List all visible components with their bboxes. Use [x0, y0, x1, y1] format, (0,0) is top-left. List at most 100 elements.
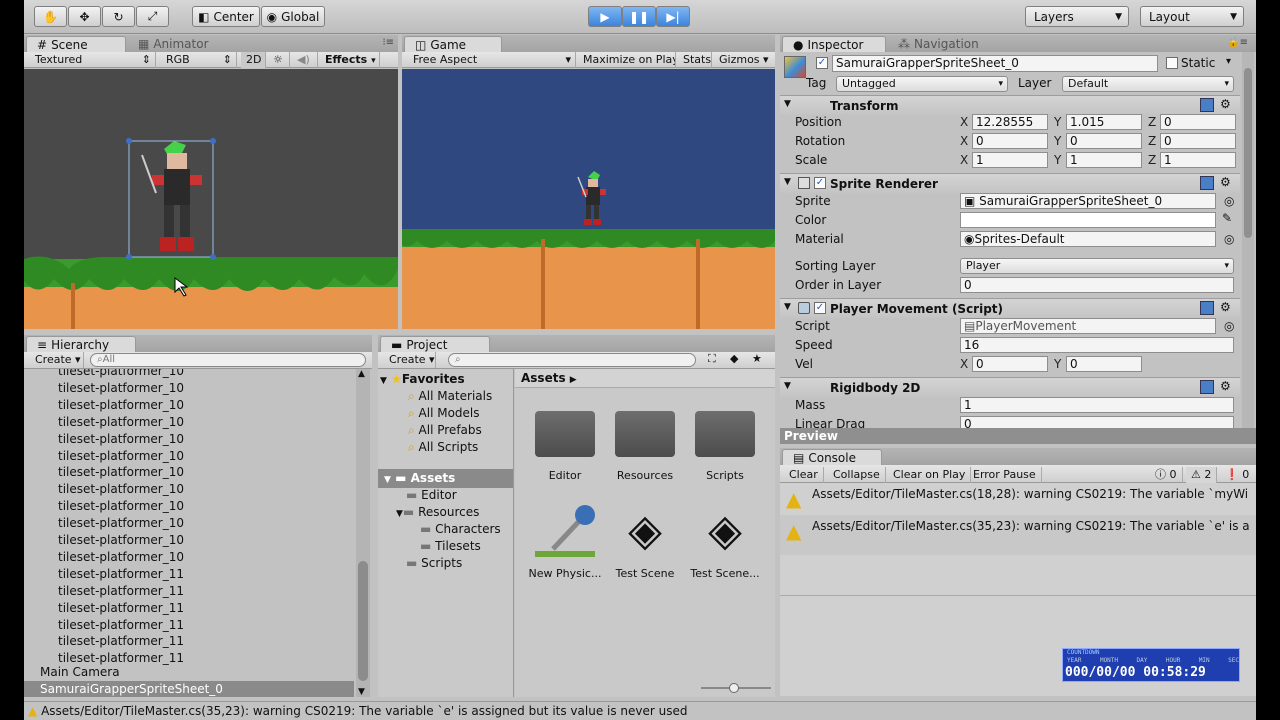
object-picker-icon[interactable]: ◎ — [1224, 232, 1234, 246]
lighting-toggle-icon[interactable]: ☼ — [268, 52, 290, 68]
help-book-icon[interactable] — [1200, 176, 1214, 190]
2d-toggle[interactable]: 2D — [241, 52, 266, 68]
unity-scene-icon[interactable]: ◈ — [615, 503, 675, 559]
shading-mode-dropdown[interactable]: Textured ⇕ — [30, 52, 156, 68]
aspect-dropdown[interactable]: Free Aspect ▾ — [408, 52, 576, 68]
hierarchy-item[interactable]: tileset-platformer_10 — [58, 464, 184, 481]
active-checkbox[interactable]: ✓ — [816, 57, 828, 69]
assets-breadcrumb[interactable]: Assets ▶ — [515, 369, 775, 388]
filter-by-label-icon[interactable]: ◆ — [730, 352, 738, 365]
tab-animator[interactable]: ▦ Animator — [128, 36, 219, 53]
asset-label-scripts[interactable]: Scripts — [685, 469, 765, 482]
hierarchy-item[interactable]: tileset-platformer_10 — [58, 431, 184, 448]
scale-z-field[interactable]: 1 — [1160, 152, 1236, 168]
position-z-field[interactable]: 0 — [1160, 114, 1236, 130]
sprite-renderer-header[interactable]: ▼ ✓ Sprite Renderer ⚙ — [780, 173, 1240, 193]
panel-menu-icon[interactable]: ⁝≡ — [382, 37, 394, 48]
gear-icon[interactable]: ⚙ — [1220, 97, 1231, 111]
rotation-z-field[interactable]: 0 — [1160, 133, 1236, 149]
tab-inspector[interactable]: ● Inspector — [782, 36, 886, 53]
hierarchy-item[interactable]: tileset-platformer_10 — [58, 369, 184, 380]
scroll-thumb[interactable] — [358, 561, 368, 681]
hierarchy-item[interactable]: tileset-platformer_10 — [58, 397, 184, 414]
scene-viewport[interactable] — [24, 69, 398, 329]
asset-label-test-scene[interactable]: Test Scene — [605, 567, 685, 580]
hand-tool-icon[interactable]: ✋ — [34, 6, 67, 27]
rotate-tool-icon[interactable]: ↻ — [102, 6, 135, 27]
unity-scene-icon[interactable]: ◈ — [695, 503, 755, 559]
sprite-renderer-enabled-checkbox[interactable]: ✓ — [814, 177, 826, 189]
step-button[interactable]: ▶| — [656, 6, 690, 27]
hierarchy-item[interactable]: tileset-platformer_10 — [58, 448, 184, 465]
slider-handle[interactable] — [729, 683, 739, 693]
gear-icon[interactable]: ⚙ — [1220, 175, 1231, 189]
eyedropper-icon[interactable]: ✎ — [1222, 211, 1232, 225]
error-filter-toggle[interactable]: ❗ 0 — [1220, 467, 1254, 483]
move-tool-icon[interactable]: ✥ — [68, 6, 101, 27]
clear-on-play-button[interactable]: Clear on Play — [888, 467, 972, 483]
inspector-scrollbar[interactable] — [1242, 52, 1254, 428]
gizmos-dropdown[interactable]: Gizmos ▾ — [714, 52, 772, 68]
hierarchy-item[interactable]: tileset-platformer_10 — [58, 498, 184, 515]
asset-label-new-physic[interactable]: New Physic... — [525, 567, 605, 580]
scroll-down-icon[interactable]: ▼ — [358, 687, 365, 697]
tab-game[interactable]: ◫ Game — [404, 36, 502, 53]
vel-x-field[interactable]: 0 — [972, 356, 1048, 372]
scroll-thumb[interactable] — [1244, 68, 1252, 238]
vel-y-field[interactable]: 0 — [1066, 356, 1142, 372]
scale-y-field[interactable]: 1 — [1066, 152, 1142, 168]
hierarchy-item[interactable]: tileset-platformer_11 — [58, 583, 184, 600]
help-book-icon[interactable] — [1200, 380, 1214, 394]
order-in-layer-field[interactable]: 0 — [960, 277, 1234, 293]
help-book-icon[interactable] — [1200, 301, 1214, 315]
rotation-y-field[interactable]: 0 — [1066, 133, 1142, 149]
asset-label-resources[interactable]: Resources — [605, 469, 685, 482]
scale-tool-icon[interactable]: ⤢ — [136, 6, 169, 27]
pause-button[interactable]: ❚❚ — [622, 6, 656, 27]
static-dropdown-icon[interactable]: ▾ — [1226, 56, 1231, 67]
tab-navigation[interactable]: ⁂ Navigation — [888, 36, 989, 53]
folder-icon[interactable] — [535, 411, 595, 457]
help-book-icon[interactable] — [1200, 98, 1214, 112]
hierarchy-search-input[interactable]: ⌕All — [90, 353, 366, 367]
hierarchy-item[interactable]: tileset-platformer_10 — [58, 549, 184, 566]
favorite-star-icon[interactable]: ★ — [752, 352, 762, 365]
position-x-field[interactable]: 12.28555 — [972, 114, 1048, 130]
transform-header[interactable]: ▼ Transform ⚙ — [780, 95, 1240, 115]
static-checkbox[interactable]: ✓ — [1166, 57, 1178, 69]
log-entry[interactable]: ▲ Assets/Editor/TileMaster.cs(35,23): wa… — [780, 515, 1256, 555]
player-movement-enabled-checkbox[interactable]: ✓ — [814, 302, 826, 314]
error-pause-button[interactable]: Error Pause — [968, 467, 1042, 483]
gear-icon[interactable]: ⚙ — [1220, 379, 1231, 393]
script-field[interactable]: ▤PlayerMovement — [960, 318, 1216, 334]
sprite-field[interactable]: ▣ SamuraiGrapperSpriteSheet_0 — [960, 193, 1216, 209]
layout-dropdown[interactable]: Layout ▼ — [1140, 6, 1244, 27]
hierarchy-item[interactable]: tileset-platformer_10 — [58, 532, 184, 549]
object-picker-icon[interactable]: ◎ — [1224, 194, 1234, 208]
tree-item-scripts[interactable]: ▬ Scripts — [406, 554, 462, 573]
collapse-button[interactable]: Collapse — [828, 467, 886, 483]
hierarchy-item-main-camera[interactable]: Main Camera — [40, 664, 120, 681]
hierarchy-scrollbar[interactable]: ▲ ▼ — [356, 369, 370, 697]
linear-drag-field[interactable]: 0 — [960, 416, 1234, 428]
asset-label-editor[interactable]: Editor — [525, 469, 605, 482]
layer-dropdown[interactable]: Default — [1062, 76, 1234, 92]
pivot-center-button[interactable]: ◧ Center — [192, 6, 260, 27]
project-search-input[interactable]: ⌕ — [448, 353, 696, 367]
folder-icon[interactable] — [615, 411, 675, 457]
render-channel-dropdown[interactable]: RGB ⇕ — [161, 52, 237, 68]
scale-x-field[interactable]: 1 — [972, 152, 1048, 168]
physics-material-icon[interactable] — [533, 501, 597, 561]
hierarchy-item[interactable]: tileset-platformer_11 — [58, 633, 184, 650]
material-field[interactable]: ◉Sprites-Default — [960, 231, 1216, 247]
project-create-dropdown[interactable]: Create ▾ — [384, 352, 436, 368]
mass-field[interactable]: 1 — [960, 397, 1234, 413]
position-y-field[interactable]: 1.015 — [1066, 114, 1142, 130]
favorites-item[interactable]: ⌕ All Scripts — [408, 438, 478, 457]
hierarchy-item[interactable]: tileset-platformer_11 — [58, 617, 184, 634]
layers-dropdown[interactable]: Layers ▼ — [1025, 6, 1129, 27]
hierarchy-item[interactable]: tileset-platformer_10 — [58, 515, 184, 532]
stats-toggle[interactable]: Stats — [678, 52, 712, 68]
tab-console[interactable]: ▤ Console — [782, 449, 882, 466]
asset-label-test-scene-2[interactable]: Test Scene... — [685, 567, 765, 580]
